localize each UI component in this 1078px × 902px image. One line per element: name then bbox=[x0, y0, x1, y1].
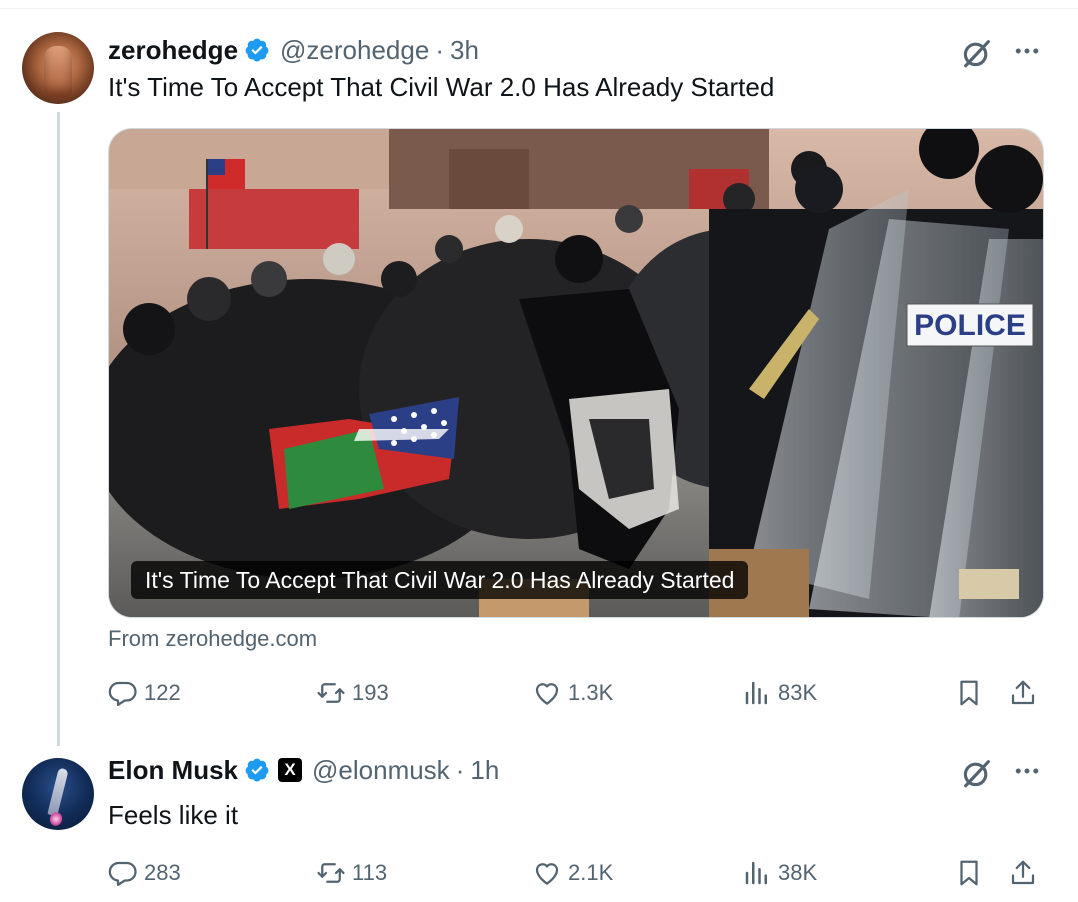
bookmark-button[interactable] bbox=[954, 856, 984, 890]
reply-icon bbox=[108, 861, 137, 886]
tweet-header: Elon Musk X @elonmusk · 1h bbox=[108, 754, 499, 786]
views-button[interactable]: 83K bbox=[742, 676, 817, 710]
bookmark-icon bbox=[960, 860, 978, 886]
timestamp[interactable]: 1h bbox=[470, 755, 499, 786]
like-count: 2.1K bbox=[568, 860, 614, 885]
thread-connector bbox=[57, 112, 60, 746]
reply-count: 283 bbox=[144, 860, 181, 885]
view-count: 38K bbox=[778, 860, 818, 885]
verified-badge-icon bbox=[245, 38, 269, 62]
author-handle[interactable]: @elonmusk bbox=[312, 755, 450, 786]
views-icon bbox=[745, 861, 767, 885]
like-count: 1.3K bbox=[568, 680, 614, 705]
reply-button[interactable]: 122 bbox=[108, 676, 181, 710]
author-handle[interactable]: @zerohedge bbox=[280, 35, 429, 66]
timestamp[interactable]: 3h bbox=[450, 35, 479, 66]
avatar[interactable] bbox=[22, 758, 94, 830]
like-button[interactable]: 1.3K bbox=[532, 676, 613, 710]
bookmark-icon bbox=[960, 680, 978, 706]
separator-dot: · bbox=[435, 34, 444, 65]
retweet-icon bbox=[317, 683, 345, 703]
more-icon[interactable] bbox=[1012, 36, 1042, 66]
tweet-elonmusk[interactable]: Elon Musk X @elonmusk · 1h Feels like it… bbox=[0, 752, 1078, 902]
grok-icon[interactable] bbox=[960, 756, 994, 790]
police-sign-text: POLICE bbox=[914, 309, 1026, 342]
author-name[interactable]: Elon Musk bbox=[108, 755, 238, 786]
share-button[interactable] bbox=[1008, 676, 1038, 710]
card-image: POLICE bbox=[109, 129, 1043, 617]
more-icon[interactable] bbox=[1012, 756, 1042, 786]
like-button[interactable]: 2.1K bbox=[532, 856, 613, 890]
retweet-button[interactable]: 193 bbox=[316, 676, 389, 710]
author-name[interactable]: zerohedge bbox=[108, 35, 238, 66]
card-caption: It's Time To Accept That Civil War 2.0 H… bbox=[131, 561, 749, 599]
reply-icon bbox=[108, 681, 137, 706]
retweet-icon bbox=[317, 863, 345, 883]
retweet-count: 113 bbox=[352, 860, 388, 885]
tweet-text: It's Time To Accept That Civil War 2.0 H… bbox=[108, 72, 775, 102]
card-source[interactable]: From zerohedge.com bbox=[108, 626, 317, 652]
reply-button[interactable]: 283 bbox=[108, 856, 181, 890]
top-divider bbox=[0, 8, 1078, 9]
tweet-actions: 283 113 2.1K 38K bbox=[108, 856, 1048, 890]
views-icon bbox=[745, 681, 767, 705]
avatar[interactable] bbox=[22, 32, 94, 104]
verified-badge-icon bbox=[245, 758, 269, 782]
x-affiliate-badge[interactable]: X bbox=[278, 758, 303, 782]
view-count: 83K bbox=[778, 680, 818, 705]
retweet-button[interactable]: 113 bbox=[316, 856, 387, 890]
share-icon bbox=[1011, 860, 1035, 885]
like-icon bbox=[535, 683, 559, 705]
link-card[interactable]: POLICE It's Time To Accept That Civil Wa… bbox=[108, 128, 1044, 618]
grok-icon[interactable] bbox=[960, 36, 994, 70]
like-icon bbox=[535, 863, 559, 885]
bookmark-button[interactable] bbox=[954, 676, 984, 710]
tweet-header: zerohedge @zerohedge · 3h bbox=[108, 34, 479, 66]
tweet-actions: 122 193 1.3K 83K bbox=[108, 676, 1048, 710]
tweet-text: Feels like it bbox=[108, 800, 239, 830]
share-button[interactable] bbox=[1008, 856, 1038, 890]
views-button[interactable]: 38K bbox=[742, 856, 817, 890]
separator-dot: · bbox=[455, 754, 465, 785]
reply-count: 122 bbox=[144, 680, 181, 705]
retweet-count: 193 bbox=[352, 680, 389, 705]
share-icon bbox=[1011, 680, 1035, 705]
tweet-zerohedge[interactable]: zerohedge @zerohedge · 3h It's Time To A… bbox=[0, 26, 1078, 746]
